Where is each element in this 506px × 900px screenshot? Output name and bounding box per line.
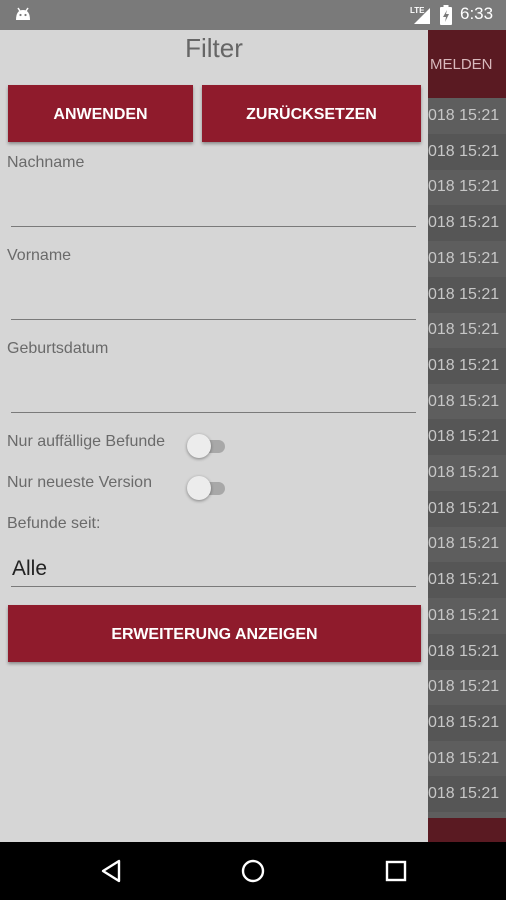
background-row-timestamp: 018 15:21 — [428, 428, 500, 446]
background-list-row: 018 15:21 — [428, 562, 506, 599]
background-row-timestamp: 018 15:21 — [428, 285, 500, 303]
background-row-timestamp: 018 15:21 — [428, 249, 500, 267]
background-row-timestamp: 018 15:21 — [428, 178, 500, 196]
background-list-row: 018 15:21 — [428, 741, 506, 777]
background-list-row: 018 15:21 — [428, 312, 506, 348]
toggle-thumb — [187, 434, 211, 458]
background-bottom-bar — [428, 818, 506, 842]
lastname-field[interactable] — [11, 194, 420, 226]
background-list-row: 018 15:21 — [428, 455, 506, 491]
abnormal-findings-toggle[interactable] — [187, 434, 227, 458]
background-row-timestamp: 018 15:21 — [428, 535, 500, 553]
background-list-row: 018 15:21 — [428, 419, 506, 456]
status-clock: 6:33 — [460, 4, 494, 23]
background-row-timestamp: 018 15:21 — [428, 464, 500, 481]
firstname-label: Vorname — [7, 247, 72, 264]
background-list-row: 018 15:21 — [428, 133, 506, 170]
findings-since-select[interactable]: Alle — [12, 557, 47, 581]
background-row-timestamp: 018 15:21 — [428, 142, 500, 160]
background-list-row: 018 15:21 — [428, 98, 506, 134]
background-toolbar-action: MELDEN — [430, 56, 493, 73]
background-row-timestamp: 018 15:21 — [428, 749, 500, 767]
background-list-row: 018 15:21 — [428, 669, 506, 705]
background-row-timestamp: 018 15:21 — [428, 107, 500, 124]
background-row-timestamp: 018 15:21 — [428, 214, 500, 232]
findings-since-label: Befunde seit: — [7, 515, 101, 532]
show-extension-button[interactable]: ERWEITERUNG ANZEIGEN — [8, 605, 421, 662]
background-list-row: 018 15:21 — [428, 598, 506, 634]
background-row-timestamp: 018 15:21 — [428, 321, 500, 339]
reset-button[interactable]: ZURÜCKSETZEN — [202, 85, 421, 142]
status-bar: LTE 6:33 — [0, 0, 506, 30]
background-row-timestamp: 018 15:21 — [428, 606, 500, 624]
filter-drawer: Filter ANWENDEN ZURÜCKSETZEN Nachname Vo… — [0, 30, 428, 842]
firstname-underline — [11, 319, 416, 320]
background-row-timestamp: 018 15:21 — [428, 571, 500, 589]
findings-since-underline — [11, 586, 416, 587]
background-list-row: 018 15:21 — [428, 633, 506, 670]
background-list-row: 018 15:21 — [428, 490, 506, 527]
background-list-row: 018 15:21 — [428, 205, 506, 242]
lastname-label: Nachname — [7, 154, 85, 171]
background-list-row: 018 15:21 — [428, 276, 506, 313]
background-row-timestamp: 018 15:21 — [428, 678, 500, 696]
background-row-timestamp: 018 15:21 — [428, 392, 500, 410]
back-icon[interactable] — [97, 856, 127, 886]
drawer-title: Filter — [185, 33, 243, 63]
background-app: MELDEN 018 15:21 018 15:21 018 15:21 018 15… — [428, 30, 506, 842]
battery-icon — [440, 5, 452, 25]
background-list-row: 018 15:21 — [428, 241, 506, 277]
birthdate-underline — [11, 412, 416, 413]
background-list-row: 018 15:21 — [428, 526, 506, 562]
recents-icon[interactable] — [381, 856, 411, 886]
background-toolbar: MELDEN — [428, 30, 506, 98]
background-row-timestamp: 018 15:21 — [428, 356, 500, 374]
toggle-thumb — [187, 476, 211, 500]
background-row-timestamp: 018 15:21 — [428, 499, 500, 517]
lastname-underline — [11, 226, 416, 227]
birthdate-field[interactable] — [11, 380, 420, 412]
background-row-timestamp: 018 15:21 — [428, 785, 500, 803]
background-row-timestamp: 018 15:21 — [428, 713, 500, 731]
newest-version-label: Nur neueste Version — [7, 474, 152, 491]
newest-version-toggle[interactable] — [187, 476, 227, 500]
background-list-row: 018 15:21 — [428, 776, 506, 813]
android-notification-icon — [16, 7, 30, 20]
background-list-row: 018 15:21 — [428, 704, 506, 741]
birthdate-label: Geburtsdatum — [7, 340, 109, 357]
home-icon[interactable] — [238, 856, 268, 886]
background-list-row: 018 15:21 — [428, 347, 506, 384]
apply-button[interactable]: ANWENDEN — [8, 85, 193, 142]
signal-icon — [414, 8, 430, 24]
background-row-timestamp: 018 15:21 — [428, 642, 500, 660]
navigation-bar — [0, 842, 506, 900]
abnormal-findings-label: Nur auffällige Befunde — [7, 433, 166, 450]
background-list-row: 018 15:21 — [428, 169, 506, 205]
background-list-row: 018 15:21 — [428, 384, 506, 420]
firstname-field[interactable] — [11, 287, 420, 319]
